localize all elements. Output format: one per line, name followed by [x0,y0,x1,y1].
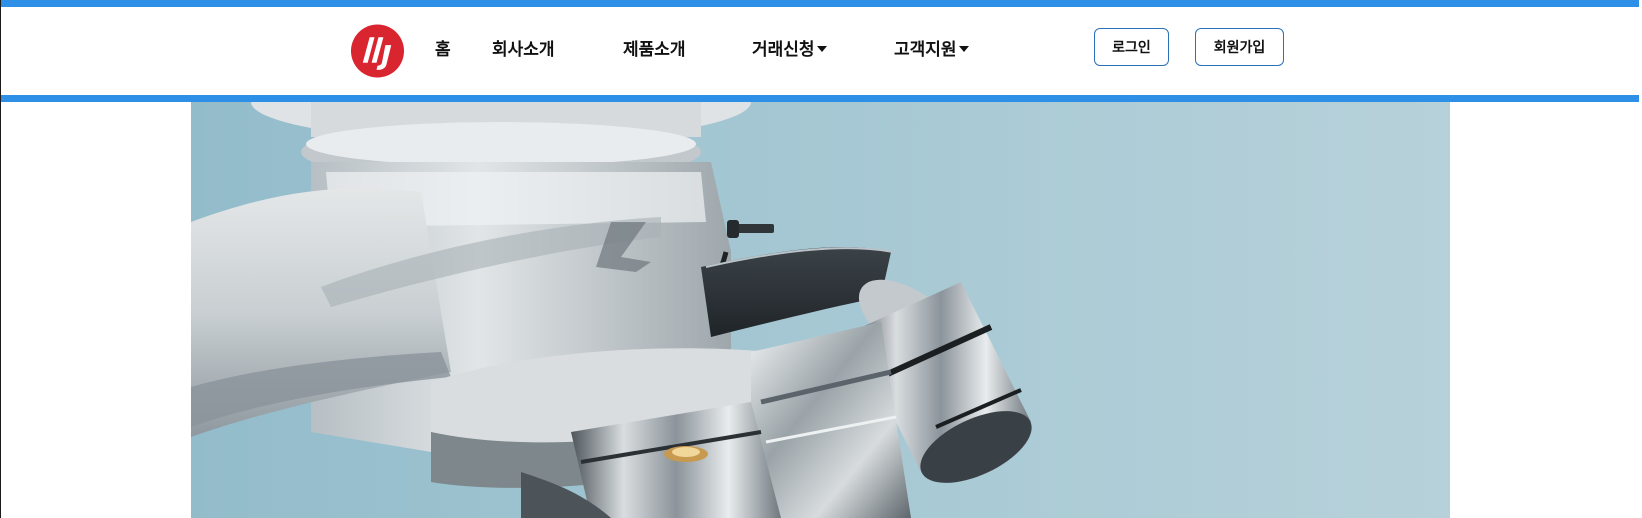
nav-item-company[interactable]: 회사소개 [492,39,555,61]
site-header: 홈 회사소개 제품소개 거래신청 고객지원 로그인 회원가입 [1,7,1639,95]
nav-item-products[interactable]: 제품소개 [623,39,686,61]
caret-down-icon [816,46,827,52]
nav-item-label: 고객지원 [894,40,957,60]
company-logo-icon[interactable] [350,23,405,79]
microscope-illustration [191,102,1450,518]
nav-item-label: 홈 [435,40,451,60]
nav-item-label: 거래신청 [752,40,815,60]
nav-item-label: 제품소개 [623,40,686,60]
page-frame: 홈 회사소개 제품소개 거래신청 고객지원 로그인 회원가입 [0,0,1642,518]
caret-down-icon [958,46,969,52]
header-top-stripe [1,0,1639,7]
nav-item-label: 회사소개 [492,40,555,60]
signup-button[interactable]: 회원가입 [1195,28,1284,66]
nav-item-trade-request[interactable]: 거래신청 [752,39,827,61]
nav-item-customer-support[interactable]: 고객지원 [894,39,969,61]
header-bottom-stripe [1,95,1639,102]
nav-item-home[interactable]: 홈 [435,39,451,61]
hero-image [191,102,1450,518]
login-button[interactable]: 로그인 [1094,28,1169,66]
